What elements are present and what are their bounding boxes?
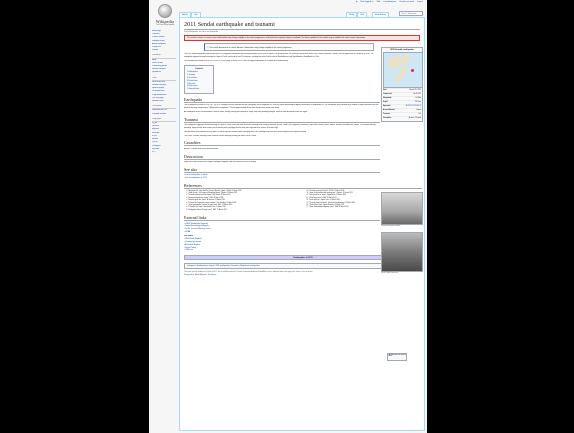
infobox-value: 8.9 Mw — [415, 97, 421, 99]
sidebar-item-printable[interactable]: Printable version — [152, 113, 176, 116]
map-landmass — [400, 54, 411, 65]
section-heading-tsunami: Tsunami — [184, 117, 380, 123]
infobox-value: At least 72 dead — [408, 117, 421, 119]
tsunami-paragraph-2: Tsunami waves were reported to have been… — [184, 130, 307, 133]
ambox: ⓘ This article documents a current disas… — [204, 43, 374, 52]
infobox-value: 24.4 km — [414, 101, 421, 103]
browser-page: ● Not logged in Talk Contributions Create ac… — [149, 0, 427, 433]
earthquake-paragraph-2: An earthquake struck the northeastern co… — [184, 110, 308, 113]
current-event-notice: This article is about a current event. I… — [184, 34, 420, 42]
intro-paragraph-2: The earthquake occurred at 14:46 JST (05… — [184, 59, 289, 62]
tsunami-paragraph-3: The Pacific Tsunami Warning Center issue… — [184, 134, 257, 137]
globe-icon — [158, 4, 172, 18]
reference-item[interactable]: "Earthquake strikes off Japan coast". NH… — [188, 210, 301, 212]
infobox-value: 14:46 JST — [413, 93, 421, 95]
tsunami-photo[interactable] — [381, 192, 423, 225]
sidebar-item-language[interactable]: 中文 — [152, 151, 176, 154]
infobox-key: Depth — [383, 101, 388, 103]
list-item-label[interactable]: Russia Today — [185, 247, 196, 249]
photo-caption: Tsunami damage in Sendai — [381, 226, 401, 227]
sidebar-item-tool[interactable]: Wikidata item — [152, 100, 176, 103]
infobox-key: Casualties — [383, 117, 392, 119]
toc-item[interactable]: 7 External links — [187, 88, 211, 91]
section-heading-references: References — [184, 183, 422, 189]
logo-tagline: The Free Encyclopedia — [155, 24, 175, 26]
infobox-key: Origin time — [383, 93, 392, 95]
see-also-list: • List of earthquakes in Japan • List of… — [184, 174, 420, 180]
talk-link[interactable]: Talk — [376, 1, 380, 3]
section-heading-external-links: External links — [184, 215, 380, 222]
list-item[interactable]: • List of earthquakes in 2011 — [184, 177, 420, 180]
epicenter-marker-icon — [411, 69, 414, 72]
wikinews-label: Wikinews has related news — [388, 354, 406, 357]
list-item-label[interactable]: NOAA — [185, 231, 190, 233]
infobox-key: Tsunami — [383, 113, 390, 115]
list-item-label[interactable]: List of earthquakes in 2011 — [185, 177, 206, 179]
infobox: 2011 Sendai earthquake Date March 11, 201… — [381, 47, 423, 122]
sidebar: Main page Contents Current events Random… — [152, 30, 176, 154]
references-column-left: "Magnitude 8.9 - Near the East Coast of … — [184, 191, 301, 213]
map-landmass — [393, 64, 409, 84]
sidebar-item-upload[interactable]: Upload file — [152, 71, 176, 74]
section-heading-see-also: See also — [184, 167, 380, 173]
footer-links[interactable]: Privacy policy · About Wikipedia · Discl… — [184, 275, 422, 277]
wikinews-box[interactable]: ▣ Wikinews has related news — [387, 353, 407, 361]
wikipedia-logo[interactable]: Wikipedia The Free Encyclopedia — [152, 4, 178, 26]
infobox-key: Magnitude — [383, 97, 392, 99]
list-item-label[interactable]: Al Jazeera English — [185, 244, 200, 246]
infobox-key: Date — [383, 89, 387, 91]
fire-photo[interactable] — [381, 232, 423, 272]
intro-paragraph: The 2011 Sendai earthquake and tsunami w… — [184, 53, 374, 58]
infobox-key: Epicenter — [383, 105, 391, 107]
photo-caption: Fire in Chiba Prefecture — [381, 273, 398, 274]
infobox-value: March 11, 2011 — [409, 89, 421, 91]
section-heading-earthquake: Earthquake — [184, 97, 380, 103]
search-placeholder: Search Wikipedia — [401, 12, 417, 15]
list-item-label[interactable]: NHK World (English) — [185, 238, 202, 240]
ambox-text: This article documents a current disaste… — [209, 46, 292, 49]
list-item-label[interactable]: Pacific Tsunami Warning Center — [185, 228, 210, 230]
not-logged-in: Not logged in — [360, 1, 374, 3]
infobox-row: Casualties At least 72 dead — [383, 116, 421, 120]
section-heading-destruction: Destruction — [184, 154, 380, 160]
contributions-link[interactable]: Contributions — [383, 1, 396, 3]
infobox-value: Yes — [418, 113, 421, 115]
create-account-link[interactable]: Create account — [399, 1, 414, 3]
from-line: From Wikipedia, the free encyclopedia — [184, 31, 219, 33]
infobox-title: 2011 Sendai earthquake — [390, 49, 414, 51]
tsunami-paragraph: The earthquake triggered a tsunami warni… — [184, 124, 376, 129]
section-heading-casualties: Casualties — [184, 140, 380, 147]
list-item-label[interactable]: Ustream live stream — [185, 241, 201, 243]
table-of-contents: Contents 1 Earthquake 2 Tsunami 3 Casual… — [184, 65, 214, 94]
destruction-paragraph: Major fires broke out across the region.… — [184, 161, 257, 164]
personal-tools: ● Not logged in Talk Contributions Create ac… — [353, 1, 423, 3]
casualties-paragraph: At least 72 people have been confirmed d… — [184, 147, 219, 150]
list-item-label[interactable]: CNN Live — [185, 249, 193, 251]
search-input[interactable]: Search Wikipedia — [399, 11, 423, 16]
infobox-value[interactable]: 38.322°N 142.369°E — [406, 105, 421, 108]
infobox-key: Areas affected — [383, 109, 395, 111]
page-title: 2011 Sendai earthquake and tsunami — [184, 21, 420, 30]
infobox-value: Japan — [416, 109, 421, 111]
sidebar-item-donate[interactable]: Donate — [152, 49, 176, 52]
user-icon: ● — [356, 1, 358, 3]
login-link[interactable]: Log in — [417, 1, 423, 3]
earthquake-paragraph: The earthquake occurred at 14:46 JST. Th… — [184, 104, 379, 110]
epicenter-map[interactable] — [383, 52, 423, 88]
